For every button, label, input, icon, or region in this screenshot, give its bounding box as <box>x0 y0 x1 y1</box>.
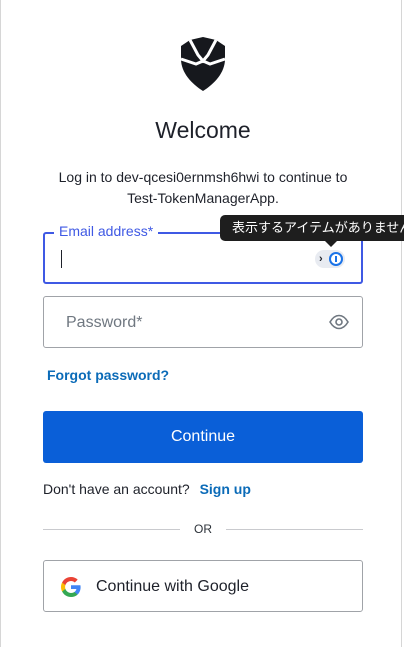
password-manager-tooltip: 表示するアイテムがありません <box>220 215 404 241</box>
login-description-line2: Test-TokenManagerApp. <box>127 190 279 206</box>
google-icon <box>61 577 81 597</box>
password-manager-logo-icon <box>329 252 343 266</box>
shield-logo-icon <box>180 37 226 91</box>
login-description: Log in to dev-qcesi0ernmsh6hwi to contin… <box>41 167 365 209</box>
email-field-label: Email address* <box>54 222 159 240</box>
google-button-label: Continue with Google <box>96 578 249 595</box>
or-divider: OR <box>43 521 363 537</box>
page-title: Welcome <box>155 117 251 143</box>
sign-up-link[interactable]: Sign up <box>200 481 251 497</box>
no-account-text: Don't have an account? <box>43 481 190 497</box>
signup-row: Don't have an account? Sign up <box>43 481 251 497</box>
login-description-line1: Log in to dev-qcesi0ernmsh6hwi to contin… <box>58 169 348 185</box>
continue-button[interactable]: Continue <box>43 411 363 463</box>
forgot-password-link[interactable]: Forgot password? <box>47 367 169 383</box>
tooltip-arrow <box>325 241 337 247</box>
password-field[interactable]: Password* <box>43 296 363 348</box>
divider-line-right <box>226 529 363 530</box>
chevron-right-icon: › <box>319 253 323 265</box>
text-cursor <box>61 250 62 268</box>
password-placeholder: Password* <box>66 314 143 331</box>
continue-with-google-button[interactable]: Continue with Google <box>43 560 363 612</box>
password-manager-icon[interactable]: › <box>315 250 345 268</box>
eye-icon[interactable] <box>329 314 349 330</box>
login-card: Welcome Log in to dev-qcesi0ernmsh6hwi t… <box>0 0 402 647</box>
